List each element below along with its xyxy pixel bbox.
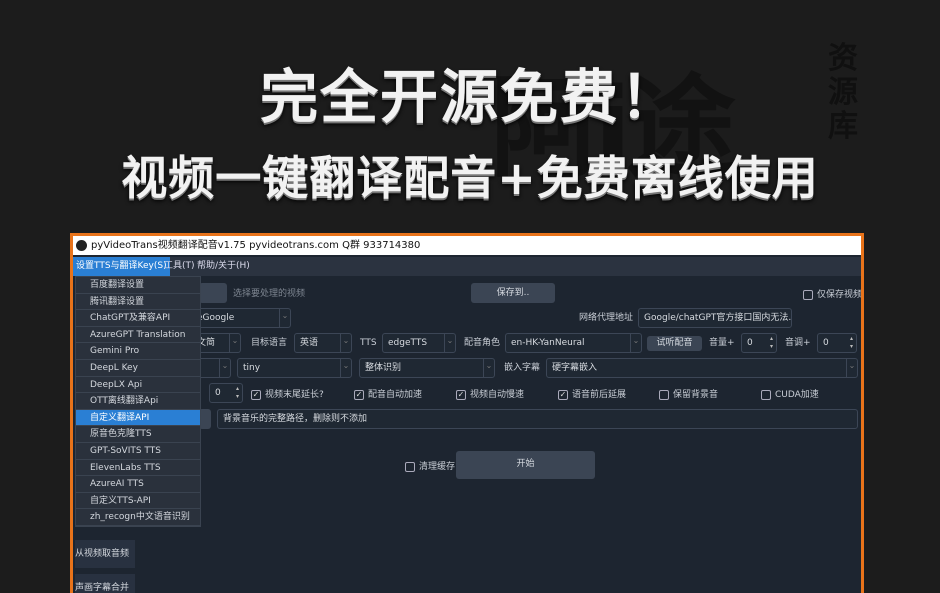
save-to-button[interactable]: 保存到.. xyxy=(471,283,555,303)
sidebar-extract-audio[interactable]: 从视频取音频 xyxy=(75,540,135,568)
menu-item[interactable]: ChatGPT及兼容API xyxy=(76,310,200,327)
menu-item[interactable]: AzureGPT Translation xyxy=(76,327,200,344)
checkbox-icon xyxy=(405,462,415,472)
checkbox-label: CUDA加速 xyxy=(775,390,819,400)
voice-role-select[interactable]: en-HK-YanNeural xyxy=(505,333,642,353)
menu-item[interactable]: 百度翻译设置 xyxy=(76,277,200,294)
tts-select[interactable]: edgeTTS xyxy=(382,333,456,353)
proxy-input[interactable]: Google/chatGPT官方接口国内无法... xyxy=(638,308,792,328)
select-video-button[interactable] xyxy=(199,283,227,303)
listen-voice-button[interactable]: 试听配音 xyxy=(647,336,702,351)
title-bar: pyVideoTrans视频翻译配音v1.75 pyvideotrans.com… xyxy=(73,236,861,255)
model-select[interactable]: tiny xyxy=(237,358,352,378)
checkbox-checked-icon: ✓ xyxy=(354,390,364,400)
headline-1: 完全开源免费！ xyxy=(259,63,680,131)
checkbox-label: 语音前后延展 xyxy=(572,390,627,400)
menu-item[interactable]: 自定义TTS-API xyxy=(76,493,200,510)
headline-2: 视频一键翻译配音+免费离线使用 xyxy=(121,151,819,205)
checkbox-icon xyxy=(659,390,669,400)
select-video-hint: 选择要处理的视频 xyxy=(233,289,306,299)
menu-item[interactable]: ElevenLabs TTS xyxy=(76,460,200,477)
proxy-label: 网络代理地址 xyxy=(579,313,634,323)
sidebar-merge[interactable]: 声画字幕合并 xyxy=(75,574,135,593)
checkbox-icon xyxy=(761,390,771,400)
only-save-video-checkbox[interactable]: 仅保存视频 xyxy=(803,288,863,302)
keep-bgm-checkbox[interactable]: 保留背景音 xyxy=(659,388,718,402)
clear-cache-label: 清理缓存 xyxy=(419,462,456,472)
menu-item[interactable]: DeepLX Api xyxy=(76,377,200,394)
voice-extend-checkbox[interactable]: ✓ 语音前后延展 xyxy=(558,388,626,402)
start-button[interactable]: 开始 xyxy=(456,451,595,479)
pitch-spinbox[interactable]: 0 xyxy=(817,333,857,353)
checkbox-label: 配音自动加速 xyxy=(368,390,423,400)
translate-channel-select[interactable]: eGoogle xyxy=(191,308,291,328)
checkbox-label: 视频自动慢速 xyxy=(470,390,525,400)
menu-settings[interactable]: 设置TTS与翻译Key(S) xyxy=(73,257,170,276)
menu-bar: 设置TTS与翻译Key(S) 工具(T) 帮助/关于(H) xyxy=(73,257,861,276)
checkbox-icon xyxy=(803,290,813,300)
app-icon xyxy=(76,240,87,251)
menu-item[interactable]: zh_recogn中文语音识别 xyxy=(76,509,200,526)
target-language-select[interactable]: 英语 xyxy=(294,333,352,353)
bgm-path-input[interactable]: 背景音乐的完整路径，删除则不添加 xyxy=(217,409,858,429)
voice-role-label: 配音角色 xyxy=(464,338,501,348)
menu-item[interactable]: 原音色克隆TTS xyxy=(76,426,200,443)
menu-help[interactable]: 帮助/关于(H) xyxy=(194,257,253,276)
settings-dropdown-menu: 百度翻译设置 腾讯翻译设置 ChatGPT及兼容API AzureGPT Tra… xyxy=(75,276,201,527)
pitch-label: 音调+ xyxy=(785,338,811,348)
clear-cache-checkbox[interactable]: 清理缓存 xyxy=(405,460,455,474)
volume-label: 音量+ xyxy=(709,338,735,348)
menu-item[interactable]: Gemini Pro xyxy=(76,343,200,360)
auto-speedup-checkbox[interactable]: ✓ 配音自动加速 xyxy=(354,388,422,402)
tts-label: TTS xyxy=(360,338,377,348)
menu-item[interactable]: GPT-SoVITS TTS xyxy=(76,443,200,460)
menu-item[interactable]: OTT离线翻译Api xyxy=(76,393,200,410)
delay-spinbox[interactable]: 0 xyxy=(209,383,243,403)
subtitle-label: 嵌入字幕 xyxy=(504,363,541,373)
only-save-video-label: 仅保存视频 xyxy=(817,290,863,300)
recognition-mode-select[interactable]: 整体识别 xyxy=(359,358,495,378)
menu-tools[interactable]: 工具(T) xyxy=(161,257,198,276)
menu-item-highlighted[interactable]: 自定义翻译API xyxy=(76,409,200,427)
menu-item[interactable]: DeepL Key xyxy=(76,360,200,377)
window-title: pyVideoTrans视频翻译配音v1.75 pyvideotrans.com… xyxy=(91,240,421,251)
cuda-checkbox[interactable]: CUDA加速 xyxy=(761,388,819,402)
target-language-label: 目标语言 xyxy=(251,338,288,348)
checkbox-label: 保留背景音 xyxy=(673,390,719,400)
menu-item[interactable]: AzureAI TTS xyxy=(76,476,200,493)
app-window: pyVideoTrans视频翻译配音v1.75 pyvideotrans.com… xyxy=(70,233,864,593)
checkbox-label: 视频末尾延长? xyxy=(265,390,324,400)
video-slowdown-checkbox[interactable]: ✓ 视频自动慢速 xyxy=(456,388,524,402)
checkbox-checked-icon: ✓ xyxy=(251,390,261,400)
subtitle-select[interactable]: 硬字幕嵌入 xyxy=(546,358,858,378)
checkbox-checked-icon: ✓ xyxy=(456,390,466,400)
checkbox-checked-icon: ✓ xyxy=(558,390,568,400)
menu-item[interactable]: 腾讯翻译设置 xyxy=(76,294,200,311)
extend-video-checkbox[interactable]: ✓ 视频末尾延长? xyxy=(251,388,324,402)
volume-spinbox[interactable]: 0 xyxy=(741,333,777,353)
